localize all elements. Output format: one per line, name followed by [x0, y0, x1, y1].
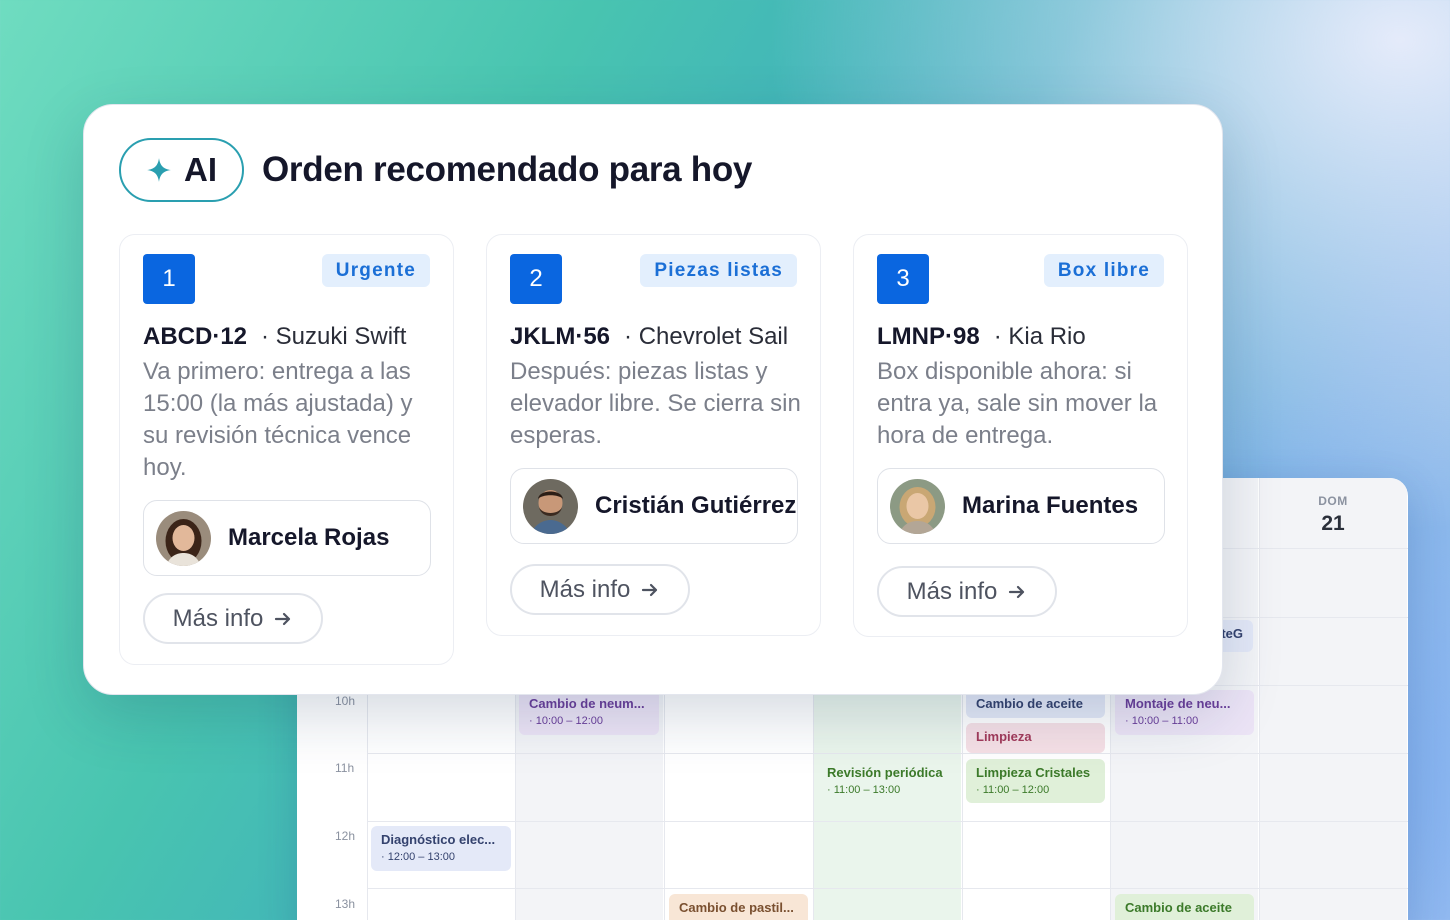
page-title: Orden recomendado para hoy	[262, 150, 753, 189]
arrow-right-icon	[275, 612, 291, 625]
vehicle-plate: ABCD·12	[143, 323, 248, 350]
ai-badge: AI	[119, 138, 244, 202]
vehicle-model: · Chevrolet Sail	[624, 323, 789, 350]
recommendation-description: Va primero: entrega a las 15:00 (la más …	[143, 358, 413, 481]
calendar-hour-line	[367, 888, 1408, 889]
vehicle-heading: LMNP·98 · Kia Rio	[877, 323, 1086, 351]
recommendation-card: 3 Box libre LMNP·98 · Kia Rio Box disponi…	[853, 234, 1188, 637]
rank-badge: 2	[510, 254, 562, 304]
calendar-event[interactable]: Diagnóstico elec... · 12:00 – 13:00	[371, 826, 511, 871]
calendar-event-title: Limpieza	[976, 729, 1032, 744]
ai-recommendation-card: AI Orden recomendado para hoy 1 Urgente …	[83, 104, 1223, 695]
calendar-hour-line	[367, 753, 1408, 754]
calendar-event-time: · 12:00 – 13:00	[381, 851, 456, 863]
technician-chip[interactable]: Cristián Gutiérrez	[510, 468, 798, 544]
calendar-event[interactable]: Cambio de neum... · 10:00 – 12:00	[519, 690, 659, 735]
rank-badge: 1	[143, 254, 195, 304]
status-badge: Urgente	[321, 254, 430, 287]
technician-name: Cristián Gutiérrez	[595, 492, 797, 519]
calendar-event[interactable]: Limpieza Cristales · 11:00 – 12:00	[966, 759, 1105, 803]
vehicle-heading: JKLM·56 · Chevrolet Sail	[510, 323, 788, 351]
calendar-day-number: 21	[1321, 512, 1345, 535]
calendar-hour-line	[367, 821, 1408, 822]
calendar-event[interactable]: Cambio de pastil...	[669, 894, 808, 920]
vehicle-heading: ABCD·12 · Suzuki Swift	[143, 323, 406, 351]
calendar-event-title: Cambio de neum...	[529, 696, 645, 711]
avatar	[523, 478, 578, 534]
technician-name: Marina Fuentes	[962, 492, 1139, 519]
calendar-day-header[interactable]: DOM 21	[1259, 494, 1407, 536]
calendar-event-title: Limpieza Cristales	[976, 765, 1091, 780]
calendar-event[interactable]: Revisión periódica · 11:00 – 13:00	[817, 759, 957, 804]
calendar-event-title: Cambio de aceite	[1125, 900, 1232, 915]
more-info-button[interactable]: Más info	[510, 564, 690, 615]
calendar-hour-label: 13h	[335, 897, 356, 911]
vehicle-model: · Suzuki Swift	[261, 323, 407, 350]
more-info-label: Más info	[906, 577, 998, 605]
avatar	[156, 510, 211, 566]
technician-name: Marcela Rojas	[228, 524, 390, 551]
recommendation-card: 2 Piezas listas JKLM·56 · Chevrolet Sail …	[486, 234, 821, 636]
vehicle-plate: JKLM·56	[510, 323, 611, 350]
more-info-button[interactable]: Más info	[143, 593, 323, 644]
vehicle-plate: LMNP·98	[877, 323, 980, 350]
ai-label: AI	[184, 151, 217, 188]
calendar-event-time: · 11:00 – 13:00	[827, 784, 901, 796]
vehicle-model: · Kia Rio	[993, 323, 1086, 350]
arrow-right-icon	[1009, 585, 1025, 598]
recommendation-description: Después: piezas listas y elevador libre.…	[510, 358, 801, 449]
technician-chip[interactable]: Marina Fuentes	[877, 468, 1165, 544]
calendar-event-title: Cambio de aceite	[976, 696, 1083, 711]
calendar-event[interactable]: Montaje de neu... · 10:00 – 11:00	[1115, 690, 1254, 735]
calendar-day-name: DOM	[1318, 494, 1348, 508]
recommendation-description: Box disponible ahora: si entra ya, sale …	[877, 358, 1158, 449]
calendar-hour-label: 10h	[335, 694, 356, 708]
calendar-day-column	[1259, 478, 1407, 920]
calendar-event-title: Diagnóstico elec...	[381, 832, 496, 847]
rank-badge: 3	[877, 254, 929, 304]
status-badge: Piezas listas	[640, 254, 797, 287]
calendar-event[interactable]: Limpieza	[966, 723, 1105, 753]
calendar-hour-label: 11h	[335, 761, 355, 775]
calendar-event-title: Cambio de pastil...	[679, 900, 794, 915]
recommendation-card: 1 Urgente ABCD·12 · Suzuki Swift Va prime…	[119, 234, 454, 665]
avatar	[890, 478, 945, 534]
calendar-event-time: · 11:00 – 12:00	[976, 784, 1050, 796]
technician-chip[interactable]: Marcela Rojas	[143, 500, 431, 576]
calendar-event[interactable]: Cambio de aceite	[1115, 894, 1254, 920]
arrow-right-icon	[642, 583, 658, 596]
more-info-label: Más info	[172, 604, 264, 632]
more-info-button[interactable]: Más info	[877, 566, 1057, 617]
sparkle-icon	[147, 158, 171, 182]
calendar-event-title: Montaje de neu...	[1125, 696, 1231, 711]
status-badge: Box libre	[1043, 254, 1164, 287]
calendar-event-title: Revisión periódica	[827, 765, 943, 780]
calendar-event-time: · 10:00 – 11:00	[1125, 715, 1199, 727]
calendar-hour-label: 12h	[335, 829, 356, 843]
more-info-label: Más info	[539, 575, 631, 603]
calendar-event-time: · 10:00 – 12:00	[529, 715, 604, 727]
